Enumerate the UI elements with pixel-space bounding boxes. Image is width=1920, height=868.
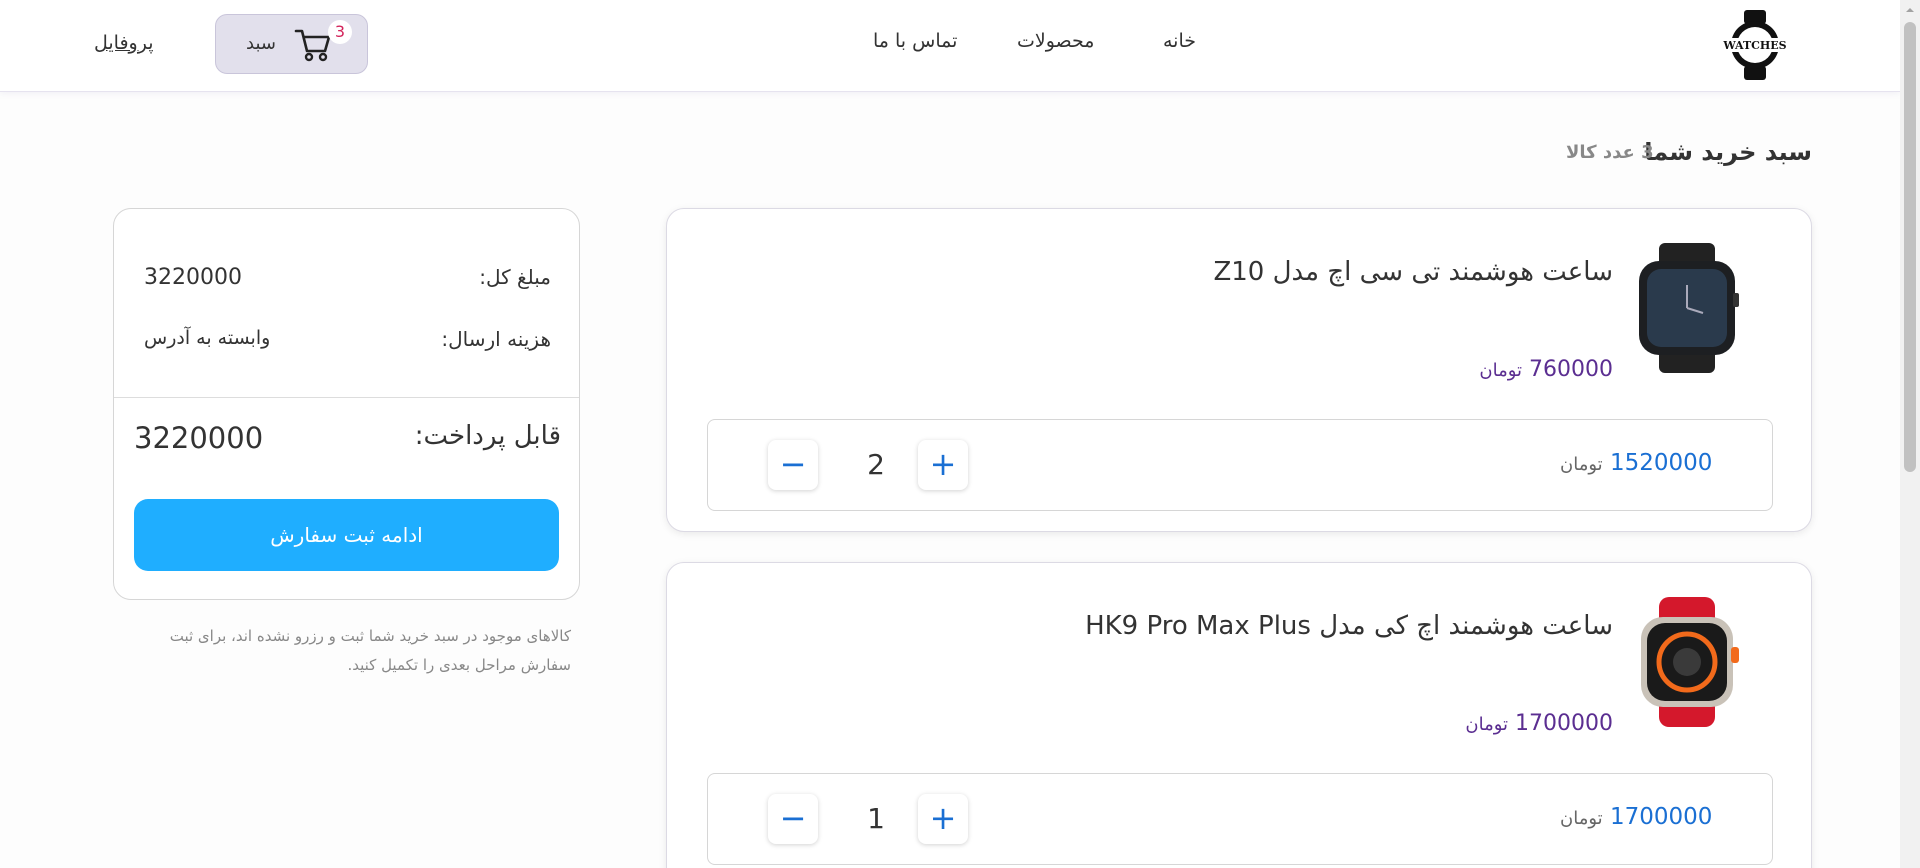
scroll-up-arrow-icon[interactable]	[1904, 4, 1916, 16]
summary-divider	[114, 397, 579, 398]
page: WATCHES خانه محصولات تماس با ما سبد 3 پر…	[0, 0, 1920, 868]
shopping-cart-icon	[294, 29, 331, 62]
page-scrollbar[interactable]	[1900, 0, 1920, 868]
summary-total-row: مبلغ کل: 3220000	[114, 265, 579, 295]
quantity-row: 1700000 تومان + 1 −	[707, 773, 1773, 865]
continue-order-button[interactable]: ادامه ثبت سفارش	[134, 499, 559, 571]
cart-item-card: ساعت هوشمند اچ کی مدل HK9 Pro Max Plus 1…	[666, 562, 1812, 868]
quantity-value: 1	[867, 802, 885, 835]
scrollbar-thumb[interactable]	[1904, 22, 1916, 472]
shipping-value: وابسته به آدرس	[144, 327, 271, 349]
summary-shipping-row: هزینه ارسال: وابسته به آدرس	[114, 327, 579, 357]
payable-label: قابل پرداخت:	[414, 421, 561, 451]
quantity-value: 2	[867, 448, 885, 481]
row-total: 1700000 تومان	[1560, 804, 1712, 830]
payable-value: 3220000	[134, 421, 264, 455]
cart-count-badge: 3	[328, 20, 352, 44]
total-value: 3220000	[144, 265, 242, 290]
product-image-hk9[interactable]	[1629, 597, 1749, 727]
top-header: WATCHES خانه محصولات تماس با ما سبد 3 پر…	[0, 0, 1900, 92]
cart-label: سبد	[246, 33, 276, 54]
unit-price-value: 760000	[1529, 357, 1613, 382]
shipping-label: هزینه ارسال:	[441, 327, 551, 351]
nav-home-link[interactable]: خانه	[1163, 30, 1196, 52]
row-total-currency: تومان	[1560, 454, 1603, 475]
summary-note: کالاهای موجود در سبد خرید شما ثبت و رزرو…	[169, 627, 571, 674]
increase-quantity-button[interactable]: +	[918, 440, 968, 490]
unit-price: 1700000 تومان	[1465, 711, 1613, 736]
unit-price-currency: تومان	[1479, 360, 1523, 381]
row-total-value: 1700000	[1609, 804, 1713, 830]
row-total-value: 1520000	[1609, 450, 1713, 476]
product-name[interactable]: ساعت هوشمند اچ کی مدل HK9 Pro Max Plus	[1085, 611, 1613, 641]
cart-button[interactable]: سبد 3	[215, 14, 368, 74]
unit-price: 760000 تومان	[1479, 357, 1613, 382]
unit-price-value: 1700000	[1515, 711, 1613, 736]
row-total: 1520000 تومان	[1560, 450, 1712, 476]
quantity-row: 1520000 تومان + 2 −	[707, 419, 1773, 511]
summary-payable-row: قابل پرداخت: 3220000	[114, 421, 579, 461]
product-name[interactable]: ساعت هوشمند تی سی اچ مدل Z10	[1213, 257, 1613, 287]
cart-title: سبد خرید شما	[1644, 138, 1812, 166]
order-summary: مبلغ کل: 3220000 هزینه ارسال: وابسته به …	[113, 208, 580, 600]
nav-contact-link[interactable]: تماس با ما	[873, 30, 957, 52]
profile-link[interactable]: پروفایل	[94, 32, 154, 54]
cart-item-card: ساعت هوشمند تی سی اچ مدل Z10 760000 توما…	[666, 208, 1812, 532]
nav-products-link[interactable]: محصولات	[1017, 30, 1094, 52]
decrease-quantity-button[interactable]: −	[768, 440, 818, 490]
cart-item-count: 3 عدد کالا	[1566, 142, 1654, 163]
increase-quantity-button[interactable]: +	[918, 794, 968, 844]
unit-price-currency: تومان	[1465, 714, 1509, 735]
decrease-quantity-button[interactable]: −	[768, 794, 818, 844]
total-label: مبلغ کل:	[479, 265, 551, 289]
row-total-currency: تومان	[1560, 808, 1603, 829]
product-image-z10[interactable]	[1629, 243, 1749, 373]
